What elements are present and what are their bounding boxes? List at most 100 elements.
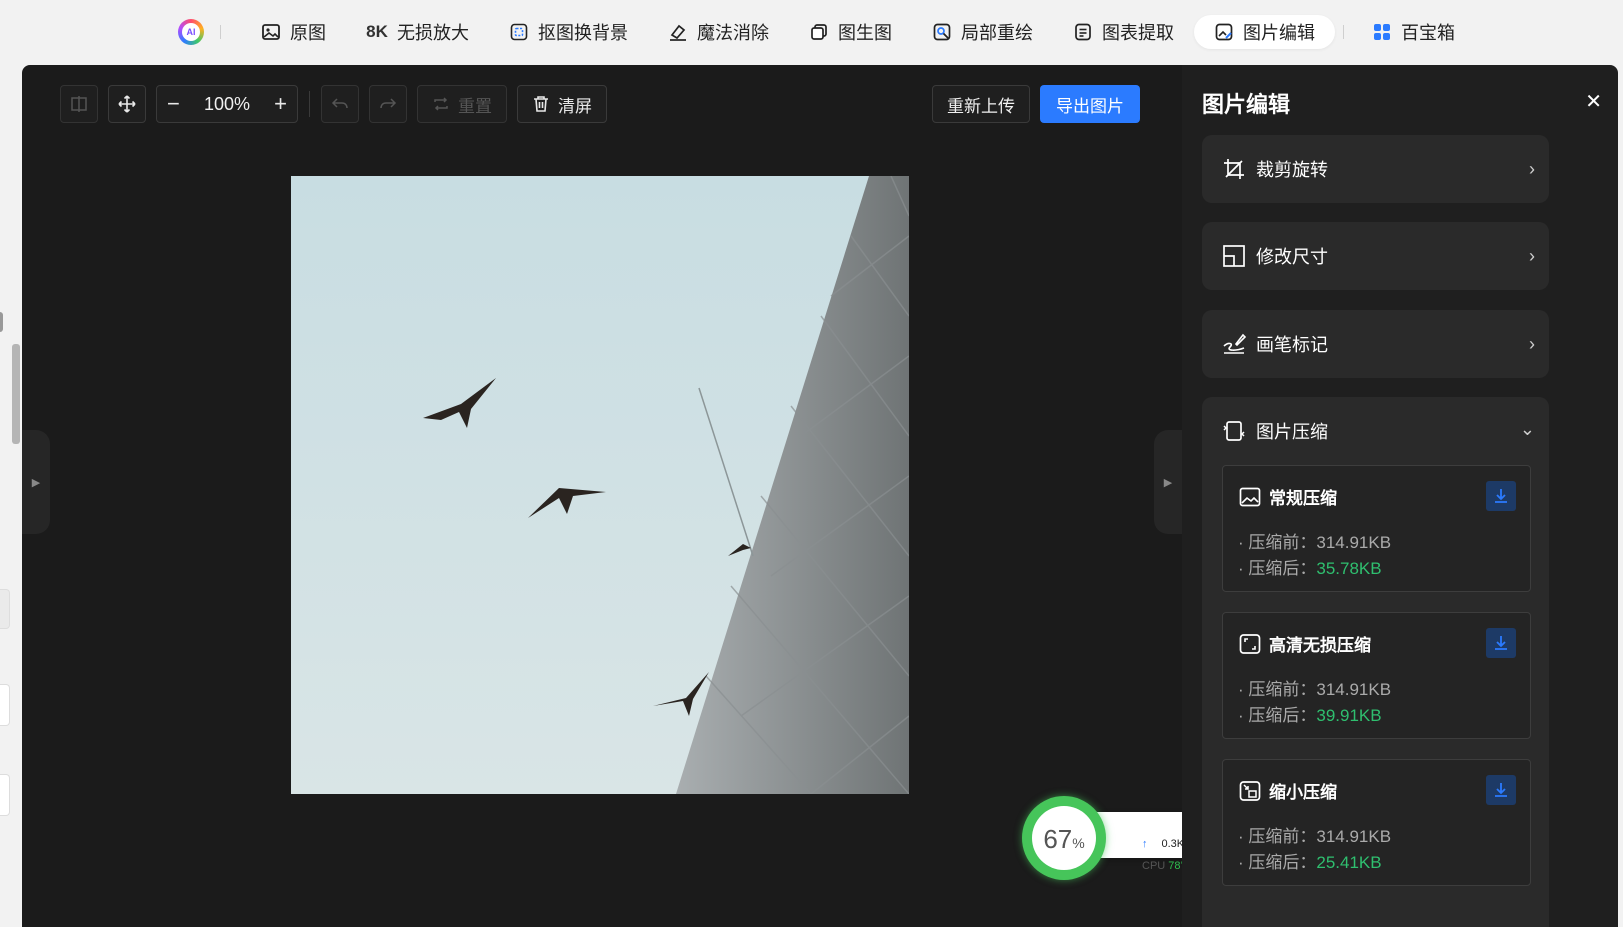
left-edge — [0, 64, 22, 927]
zoom-control: − 100% + — [156, 85, 298, 123]
8k-icon: 8K — [366, 22, 388, 41]
trash-icon — [534, 96, 548, 112]
nav-item-image-edit[interactable]: 图片编辑 — [1194, 15, 1335, 49]
percent-unit: % — [1072, 835, 1085, 851]
card-title: 高清无损压缩 — [1269, 636, 1371, 655]
redo-button[interactable] — [369, 85, 407, 123]
before-value: 314.91KB — [1316, 533, 1392, 552]
section-label: 修改尺寸 — [1256, 247, 1328, 267]
size-after: · 压缩后：25.41KB — [1238, 848, 1382, 873]
nav-item-inpaint[interactable]: 局部重绘 — [912, 15, 1053, 49]
export-button[interactable]: 导出图片 — [1040, 85, 1140, 123]
compress-card-standard[interactable]: 常规压缩 · 压缩前：314.91KB · 压缩后：35.78KB — [1222, 465, 1531, 592]
section-compress: 图片压缩 ⌄ 常规压缩 · 压缩前：314.91KB · 压缩后：35.78KB… — [1202, 397, 1549, 927]
compress-icon — [1223, 421, 1245, 441]
image-edit-panel: 图片编辑 ✕ 裁剪旋转 › 修改尺寸 › 画笔标记 › 图片压缩 ⌄ 常规压缩 … — [1182, 65, 1618, 927]
chevron-right-icon: › — [1529, 246, 1535, 266]
download-icon — [1495, 783, 1507, 797]
compress-card-lossless[interactable]: 高清无损压缩 · 压缩前：314.91KB · 压缩后：39.91KB — [1222, 612, 1531, 739]
collapse-right-button[interactable]: ▶ — [1154, 430, 1182, 534]
memory-ring: 67% — [1022, 796, 1106, 880]
nav-item-label: 原图 — [290, 23, 326, 43]
toolbar-divider — [309, 91, 310, 117]
document-icon — [1073, 22, 1093, 42]
card-title: 常规压缩 — [1269, 489, 1337, 508]
chevron-right-icon: › — [1529, 159, 1535, 179]
collapse-left-button[interactable]: ▶ — [22, 430, 50, 534]
nav-item-toolbox[interactable]: 百宝箱 — [1352, 15, 1475, 49]
reset-button[interactable]: 重置 — [417, 85, 507, 123]
ai-logo[interactable]: AI — [178, 19, 204, 45]
section-resize[interactable]: 修改尺寸 › — [1202, 222, 1549, 290]
nav-item-label: 无损放大 — [397, 23, 469, 43]
nav-item-img2img[interactable]: 图生图 — [789, 15, 912, 49]
download-icon — [1495, 489, 1507, 503]
compress-card-shrink[interactable]: 缩小压缩 · 压缩前：314.91KB · 压缩后：25.41KB — [1222, 759, 1531, 886]
nav-item-chart-extract[interactable]: 图表提取 — [1053, 15, 1194, 49]
nav-item-magic-erase[interactable]: 魔法消除 — [648, 15, 789, 49]
chevron-right-icon: › — [1529, 334, 1535, 354]
upload-arrow-icon: ↑ — [1142, 838, 1148, 850]
image-icon — [261, 22, 281, 42]
nav-item-label: 图生图 — [838, 23, 892, 43]
redo-icon — [380, 98, 397, 109]
image-edit-icon — [1214, 22, 1234, 42]
memory-percent: 67 — [1043, 824, 1073, 854]
nav-item-upscale[interactable]: 8K 无损放大 — [346, 15, 489, 49]
move-button[interactable] — [108, 85, 146, 123]
before-label: · 压缩前： — [1238, 827, 1317, 846]
hd-icon — [1239, 633, 1261, 654]
zoom-in-icon[interactable]: + — [274, 91, 287, 117]
resize-icon — [1223, 245, 1245, 267]
before-label: · 压缩前： — [1238, 680, 1317, 699]
nav-item-cutout[interactable]: 抠图换背景 — [489, 15, 648, 49]
size-before: · 压缩前：314.91KB — [1238, 528, 1391, 553]
nav-item-label: 图片编辑 — [1243, 23, 1315, 43]
section-crop-rotate[interactable]: 裁剪旋转 › — [1202, 135, 1549, 203]
compare-button[interactable] — [60, 85, 98, 123]
nav-item-original[interactable]: 原图 — [241, 15, 346, 49]
compare-icon — [71, 96, 87, 112]
nav-item-label: 图表提取 — [1102, 23, 1174, 43]
card-title: 缩小压缩 — [1269, 783, 1337, 802]
nav-divider — [1343, 25, 1344, 39]
download-icon — [1495, 636, 1507, 650]
edge-panel — [0, 684, 10, 726]
scrollbar[interactable] — [12, 344, 20, 444]
section-brush-mark[interactable]: 画笔标记 › — [1202, 310, 1549, 378]
reupload-button[interactable]: 重新上传 — [932, 85, 1030, 123]
after-value: 35.78KB — [1316, 559, 1382, 578]
cpu-label: CPU — [1142, 860, 1166, 872]
size-after: · 压缩后：35.78KB — [1238, 554, 1382, 579]
before-value: 314.91KB — [1316, 827, 1392, 846]
close-icon[interactable]: ✕ — [1585, 89, 1602, 114]
chevron-right-icon: ▶ — [1163, 476, 1173, 489]
shrink-icon — [1239, 780, 1261, 801]
undo-button[interactable] — [321, 85, 359, 123]
nav-item-label: 抠图换背景 — [538, 23, 628, 43]
download-button[interactable] — [1486, 481, 1516, 511]
compress-header[interactable]: 图片压缩 ⌄ — [1202, 397, 1549, 465]
after-label: · 压缩后： — [1238, 559, 1317, 578]
clear-button[interactable]: 清屏 — [517, 85, 607, 123]
move-icon — [118, 95, 136, 113]
zoom-out-icon[interactable]: − — [167, 91, 180, 117]
after-label: · 压缩后： — [1238, 853, 1317, 872]
before-label: · 压缩前： — [1238, 533, 1317, 552]
layers-icon — [809, 22, 829, 42]
ai-logo-text: AI — [182, 23, 200, 41]
reset-label: 重置 — [458, 96, 492, 116]
inpaint-icon — [932, 22, 952, 42]
size-before: · 压缩前：314.91KB — [1238, 675, 1391, 700]
section-label: 图片压缩 — [1256, 422, 1328, 442]
undo-icon — [331, 98, 348, 109]
nav-divider — [220, 25, 221, 39]
edited-image[interactable] — [291, 176, 909, 794]
size-after: · 压缩后：39.91KB — [1238, 701, 1382, 726]
brush-icon — [1223, 333, 1246, 354]
download-button[interactable] — [1486, 775, 1516, 805]
size-before: · 压缩前：314.91KB — [1238, 822, 1391, 847]
download-button[interactable] — [1486, 628, 1516, 658]
after-value: 39.91KB — [1316, 706, 1382, 725]
nav-item-label: 魔法消除 — [697, 23, 769, 43]
